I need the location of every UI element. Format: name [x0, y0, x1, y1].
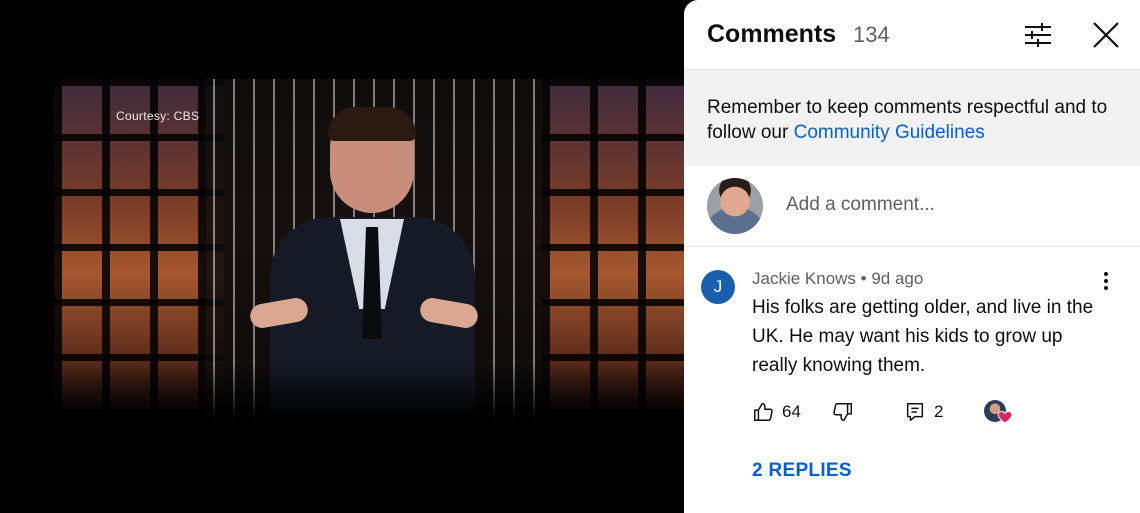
comment-time: 9d ago	[871, 269, 924, 288]
comments-header: Comments 134	[684, 0, 1140, 70]
thumbs-up-icon	[754, 403, 773, 421]
comment-item: J Jackie Knows • 9d ago His folks are ge…	[684, 247, 1140, 513]
community-guidelines-link[interactable]: Community Guidelines	[794, 122, 985, 143]
guidelines-text: Remember to keep comments respectful and…	[707, 95, 1117, 145]
comment-meta: Jackie Knows • 9d ago	[752, 269, 924, 288]
like-button[interactable]: 64	[752, 398, 801, 426]
community-guidelines-notice: Remember to keep comments respectful and…	[684, 70, 1140, 166]
add-comment-row	[684, 166, 1140, 247]
video-credit-overlay: Courtesy: CBS	[116, 109, 200, 123]
reply-count: 2	[934, 402, 944, 421]
reply-icon	[906, 403, 924, 421]
reply-button[interactable]: 2	[904, 398, 943, 426]
creator-heart-icon	[984, 398, 1014, 428]
view-replies-button[interactable]: 2 REPLIES	[752, 460, 852, 482]
avatar	[707, 178, 763, 234]
video-frame[interactable]: Courtesy: CBS	[54, 79, 684, 433]
stage-floor	[54, 363, 684, 433]
add-comment-input[interactable]	[786, 194, 1106, 216]
close-icon[interactable]	[1089, 18, 1123, 52]
dislike-button[interactable]	[832, 398, 854, 426]
kebab-menu-icon[interactable]	[1096, 269, 1116, 293]
comments-title: Comments	[707, 20, 837, 48]
comment-author[interactable]: Jackie Knows	[752, 269, 856, 288]
like-count: 64	[782, 402, 801, 421]
filter-sliders-icon[interactable]	[1023, 20, 1053, 50]
comment-text: His folks are getting older, and live in…	[752, 297, 1094, 376]
comments-panel: Comments 134 Remember to keep comments r…	[684, 0, 1140, 513]
comments-count: 134	[853, 22, 890, 47]
comment-actions: 64 2	[752, 398, 1112, 428]
comment-author-avatar[interactable]: J	[701, 270, 735, 304]
thumbs-down-icon	[833, 403, 852, 421]
heart-icon	[997, 410, 1013, 424]
video-player[interactable]: Courtesy: CBS	[0, 0, 684, 513]
